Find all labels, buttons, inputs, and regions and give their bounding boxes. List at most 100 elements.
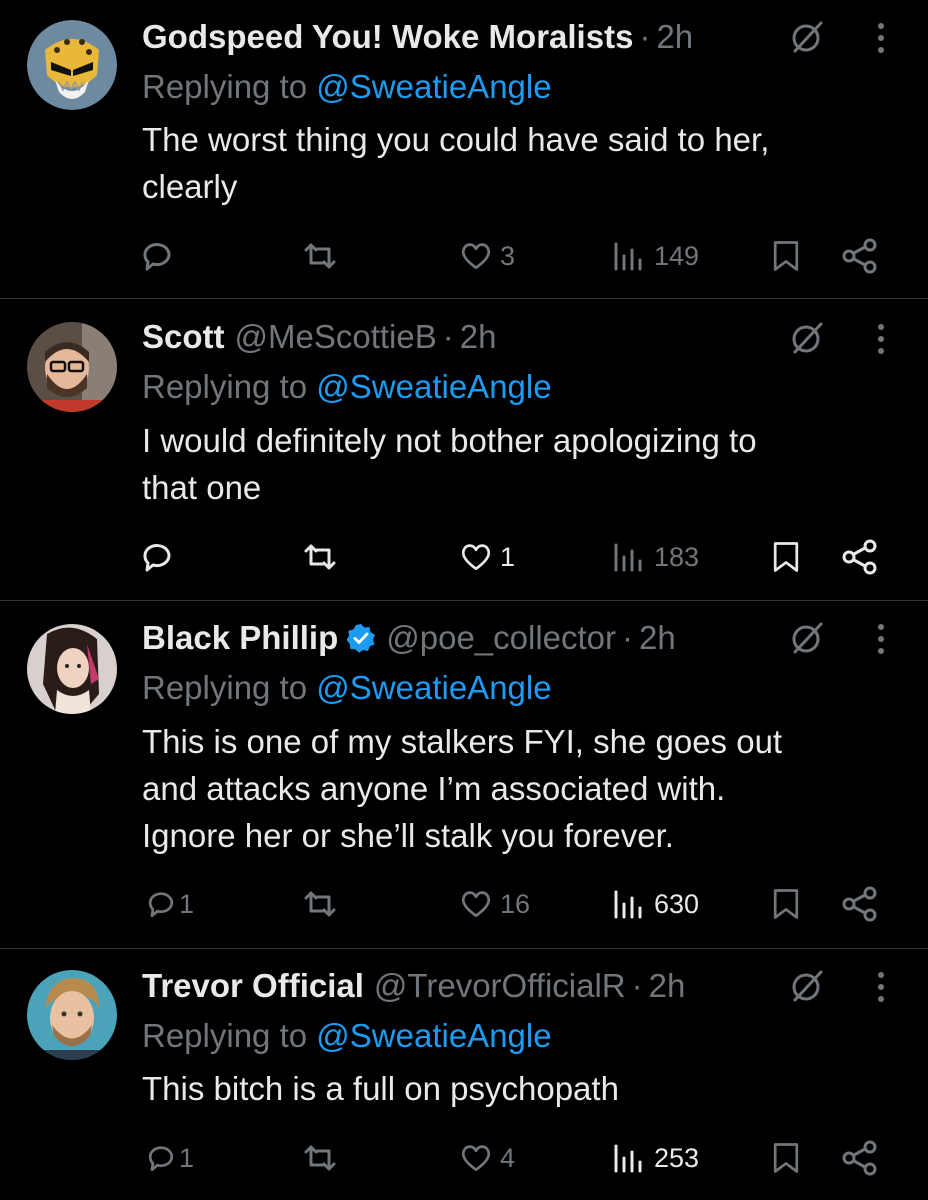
view-count: 149: [654, 240, 700, 271]
share-icon: [842, 1140, 877, 1176]
like-button[interactable]: 1: [458, 535, 515, 579]
reply-timeline: Godspeed You! Woke Moralists · 2h Replyi…: [0, 0, 928, 1200]
retweet-button[interactable]: [300, 535, 346, 579]
more-icon[interactable]: [866, 318, 896, 358]
avatar[interactable]: [27, 970, 117, 1060]
tweet[interactable]: Scott @MeScottieB · 2h Replying to @Swea…: [0, 300, 928, 600]
divider: [0, 948, 928, 949]
retweet-button[interactable]: [300, 1136, 346, 1180]
tweet-header: Godspeed You! Woke Moralists · 2h: [142, 17, 748, 57]
user-handle[interactable]: @poe_collector: [386, 618, 616, 658]
avatar[interactable]: [27, 322, 117, 412]
mention-link[interactable]: @SweatieAngle: [316, 669, 551, 706]
avatar[interactable]: [27, 624, 117, 714]
divider: [0, 298, 928, 299]
share-button[interactable]: [840, 882, 880, 926]
user-handle[interactable]: @MeScottieB: [235, 317, 437, 357]
action-bar: 1 4 253: [0, 1136, 928, 1180]
retweet-button[interactable]: [300, 882, 346, 926]
retweet-button[interactable]: [300, 234, 346, 278]
reply-icon: [148, 892, 174, 918]
replying-to: Replying to @SweatieAngle: [142, 1016, 552, 1056]
view-count: 630: [654, 888, 700, 919]
reply-icon: [148, 1146, 174, 1172]
replying-to: Replying to @SweatieAngle: [142, 668, 552, 708]
tweet[interactable]: Trevor Official @TrevorOfficialR · 2h Re…: [0, 950, 928, 1200]
like-button[interactable]: 3: [458, 234, 515, 278]
bookmark-icon: [773, 542, 799, 572]
like-button[interactable]: 16: [458, 882, 530, 926]
replying-to-label: Replying to: [142, 669, 308, 706]
tweet[interactable]: Black Phillip @poe_collector · 2h Replyi…: [0, 602, 928, 948]
avatar[interactable]: [27, 20, 117, 110]
grok-icon[interactable]: [787, 966, 827, 1006]
replying-to: Replying to @SweatieAngle: [142, 67, 552, 107]
like-button[interactable]: 4: [458, 1136, 515, 1180]
tweet-text-line: clearly: [142, 168, 238, 205]
more-icon[interactable]: [866, 618, 896, 658]
grok-icon[interactable]: [787, 318, 827, 358]
retweet-icon: [304, 243, 336, 269]
mention-link[interactable]: @SweatieAngle: [316, 68, 551, 105]
views-button[interactable]: 183: [608, 535, 699, 579]
mention-link[interactable]: @SweatieAngle: [316, 1017, 551, 1054]
display-name[interactable]: Black Phillip: [142, 618, 338, 658]
tweet-header: Black Phillip @poe_collector · 2h: [142, 618, 748, 658]
like-icon: [461, 544, 491, 571]
views-icon: [614, 890, 642, 919]
user-handle[interactable]: @TrevorOfficialR: [374, 966, 626, 1006]
bookmark-button[interactable]: [768, 535, 804, 579]
reply-button[interactable]: [137, 234, 183, 278]
grok-icon[interactable]: [787, 17, 827, 57]
timestamp[interactable]: 2h: [460, 317, 497, 357]
reply-count: 1: [179, 888, 195, 919]
tweet-text-line: This bitch is a full on psychopath: [142, 1070, 619, 1107]
grok-icon[interactable]: [787, 618, 827, 658]
share-button[interactable]: [840, 535, 880, 579]
display-name[interactable]: Trevor Official: [142, 966, 364, 1006]
separator-dot: ·: [622, 619, 634, 656]
reply-count: 1: [179, 1142, 195, 1173]
tweet-text-line: This is one of my stalkers FYI, she goes…: [142, 723, 783, 760]
tweet-text-line: The worst thing you could have said to h…: [142, 121, 770, 158]
action-bar: 3 149: [0, 234, 928, 278]
views-icon: [614, 543, 642, 572]
bookmark-button[interactable]: [768, 882, 804, 926]
tweet-text: This bitch is a full on psychopath: [142, 1065, 882, 1112]
like-icon: [461, 891, 491, 918]
reply-button[interactable]: 1: [143, 1136, 194, 1180]
action-bar: 1 183: [0, 535, 928, 579]
bookmark-button[interactable]: [768, 1136, 804, 1180]
verified-icon: [346, 624, 376, 653]
display-name[interactable]: Godspeed You! Woke Moralists: [142, 17, 633, 57]
timestamp[interactable]: 2h: [649, 966, 686, 1006]
reply-icon: [143, 243, 171, 271]
retweet-icon: [304, 1145, 336, 1171]
timestamp[interactable]: 2h: [656, 17, 693, 57]
reply-button[interactable]: [137, 535, 183, 579]
tweet-header: Scott @MeScottieB · 2h: [142, 317, 748, 357]
timestamp[interactable]: 2h: [639, 618, 676, 658]
separator-dot: ·: [442, 318, 454, 355]
replying-to-label: Replying to: [142, 68, 308, 105]
share-button[interactable]: [840, 1136, 880, 1180]
display-name[interactable]: Scott: [142, 317, 225, 357]
views-button[interactable]: 253: [608, 1136, 699, 1180]
tweet-text: This is one of my stalkers FYI, she goes…: [142, 718, 882, 859]
tweet-text-line: I would definitely not bother apologizin…: [142, 422, 757, 459]
views-button[interactable]: 149: [608, 234, 699, 278]
tweet-header: Trevor Official @TrevorOfficialR · 2h: [142, 966, 748, 1006]
bookmark-icon: [773, 889, 799, 919]
tweet-text-line: and attacks anyone I’m associated with.: [142, 770, 726, 807]
tweet[interactable]: Godspeed You! Woke Moralists · 2h Replyi…: [0, 0, 928, 298]
like-count: 3: [500, 240, 516, 271]
replying-to-label: Replying to: [142, 368, 308, 405]
mention-link[interactable]: @SweatieAngle: [316, 368, 551, 405]
retweet-icon: [304, 544, 336, 570]
bookmark-button[interactable]: [768, 234, 804, 278]
reply-button[interactable]: 1: [143, 882, 194, 926]
views-button[interactable]: 630: [608, 882, 699, 926]
more-icon[interactable]: [866, 966, 896, 1006]
more-icon[interactable]: [866, 17, 896, 57]
share-button[interactable]: [840, 234, 880, 278]
